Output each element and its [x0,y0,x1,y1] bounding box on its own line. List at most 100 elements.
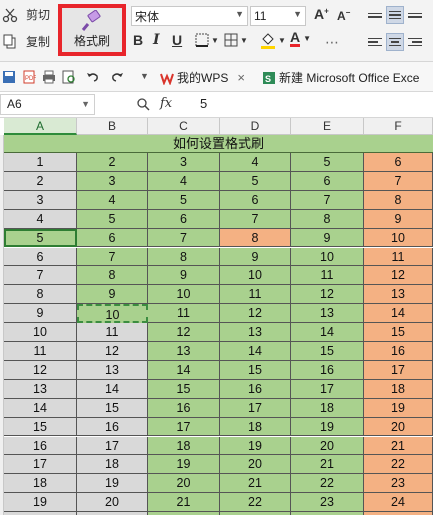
cell-d21[interactable]: 22 [220,493,291,513]
cell-d11[interactable]: 12 [220,304,291,324]
cell-a4[interactable]: 2 [4,171,77,191]
cell-a13[interactable]: 11 [4,342,77,361]
cell-e20[interactable]: 22 [291,474,364,494]
cell-a3[interactable]: 1 [4,153,77,172]
formula-input[interactable]: 5 [200,96,207,111]
cell-b12[interactable]: 11 [77,323,148,342]
column-header-e[interactable]: E [291,118,364,135]
cell-e10[interactable]: 12 [291,285,364,305]
cell-b7[interactable]: 6 [77,228,148,248]
increase-font-size-button[interactable]: A+ [314,6,329,22]
cell-a14[interactable]: 12 [4,360,77,380]
cell-e9[interactable]: 11 [291,266,364,286]
cell-d3[interactable]: 4 [220,153,291,172]
cell-d15[interactable]: 16 [220,379,291,399]
name-box[interactable]: A6 ▼ [0,94,95,115]
cell-b14[interactable]: 13 [77,360,148,380]
cell-b21[interactable]: 20 [77,493,148,513]
cell-f13[interactable]: 16 [364,342,433,361]
cell-b3[interactable]: 2 [77,153,148,172]
cell-c5[interactable]: 5 [148,190,220,210]
align-center-button[interactable] [386,33,404,51]
cell-e19[interactable]: 21 [291,455,364,475]
cell-a7[interactable]: 5 [4,228,77,248]
cell-d8[interactable]: 9 [220,247,291,267]
cell-a19[interactable]: 17 [4,455,77,475]
cell-a21[interactable]: 19 [4,493,77,513]
cell-b18[interactable]: 17 [77,436,148,456]
redo-icon[interactable] [110,70,124,84]
cell-c9[interactable]: 9 [148,266,220,286]
cell-e12[interactable]: 14 [291,323,364,342]
cell-c21[interactable]: 21 [148,493,220,513]
cell-d5[interactable]: 6 [220,190,291,210]
cell-e6[interactable]: 8 [291,209,364,229]
cell-a17[interactable]: 15 [4,417,77,437]
cell-f21[interactable]: 24 [364,493,433,513]
cell-a5[interactable]: 3 [4,190,77,210]
cell-c14[interactable]: 14 [148,360,220,380]
cell-a15[interactable]: 13 [4,379,77,399]
cell-f20[interactable]: 23 [364,474,433,494]
cell-e13[interactable]: 15 [291,342,364,361]
cell-b8[interactable]: 7 [77,247,148,267]
column-header-b[interactable]: B [77,118,148,135]
cell-e5[interactable]: 7 [291,190,364,210]
cell-a10[interactable]: 8 [4,285,77,305]
cell-f11[interactable]: 14 [364,304,433,324]
zoom-icon[interactable] [136,97,150,111]
cell-f12[interactable]: 15 [364,323,433,342]
cell-d14[interactable]: 15 [220,360,291,380]
align-right-button[interactable] [406,33,424,51]
cell-c3[interactable]: 3 [148,153,220,172]
cell-b5[interactable]: 4 [77,190,148,210]
cell-e16[interactable]: 18 [291,398,364,418]
column-header-a[interactable]: A [4,118,77,135]
cell-f4[interactable]: 7 [364,171,433,191]
more-font-button[interactable]: ⋯ [325,34,339,51]
cell-c7[interactable]: 7 [148,228,220,248]
copy-button[interactable]: 复制 [2,33,50,50]
cell-c4[interactable]: 4 [148,171,220,191]
cell-d10[interactable]: 11 [220,285,291,305]
cell-d6[interactable]: 7 [220,209,291,229]
italic-button[interactable]: I [153,32,160,48]
cell-d4[interactable]: 5 [220,171,291,191]
cell-c20[interactable]: 20 [148,474,220,494]
cell-a8[interactable]: 6 [4,247,77,267]
cell-c17[interactable]: 17 [148,417,220,437]
cell-b11[interactable]: 10 [77,304,148,324]
cell-d20[interactable]: 21 [220,474,291,494]
cell-d17[interactable]: 18 [220,417,291,437]
cell-f10[interactable]: 13 [364,285,433,305]
cell-e17[interactable]: 19 [291,417,364,437]
align-bottom-button[interactable] [406,6,424,24]
cell-b4[interactable]: 3 [77,171,148,191]
align-top-button[interactable] [366,6,384,24]
cell-b20[interactable]: 19 [77,474,148,494]
cell-f8[interactable]: 11 [364,247,433,267]
cell-d16[interactable]: 17 [220,398,291,418]
cell-b6[interactable]: 5 [77,209,148,229]
cell-c18[interactable]: 18 [148,436,220,456]
cell-d9[interactable]: 10 [220,266,291,286]
font-size-select[interactable]: 11 ▼ [250,6,306,26]
border-button[interactable]: ▼ [195,33,219,47]
cell-b9[interactable]: 8 [77,266,148,286]
cell-a9[interactable]: 7 [4,266,77,286]
cell-e15[interactable]: 17 [291,379,364,399]
cell-c11[interactable]: 11 [148,304,220,324]
cell-b10[interactable]: 9 [77,285,148,305]
cell-a6[interactable]: 4 [4,209,77,229]
cell-e3[interactable]: 5 [291,153,364,172]
fill-color-button[interactable]: ▼ [260,31,286,49]
cell-e11[interactable]: 13 [291,304,364,324]
cell-f6[interactable]: 9 [364,209,433,229]
cell-f3[interactable]: 6 [364,153,433,172]
font-name-select[interactable]: 宋体 ▼ [131,6,248,26]
cell-b17[interactable]: 16 [77,417,148,437]
align-middle-button[interactable] [386,6,404,24]
export-pdf-icon[interactable]: PDF [22,70,36,84]
align-left-button[interactable] [366,33,384,51]
undo-icon[interactable] [86,70,100,84]
